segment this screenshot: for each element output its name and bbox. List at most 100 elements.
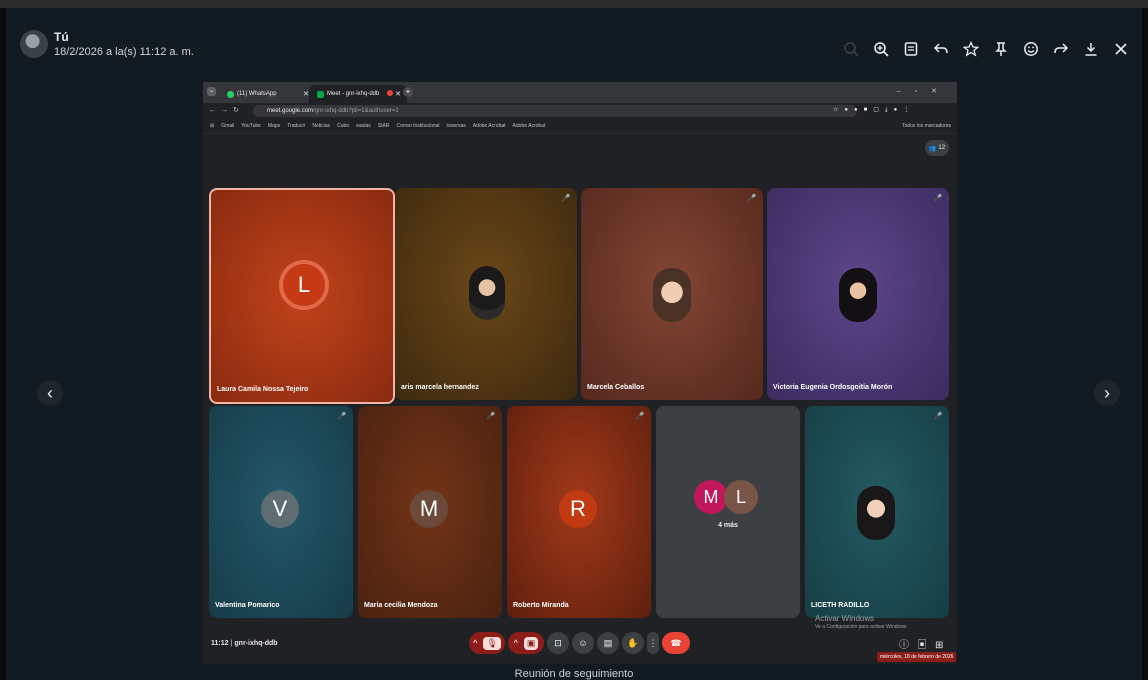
browser-addressbar: ←→↻ meet.google.com /gnr-ixhq-ddb?pli=1&…	[203, 103, 957, 119]
top-taskbar-strip	[0, 0, 1148, 8]
bookmark-cubo[interactable]: Cubo	[337, 123, 349, 129]
participant-avatar: V	[261, 490, 299, 528]
bookmark-siar[interactable]: SIAR	[378, 123, 390, 129]
participant-count: 12	[938, 145, 946, 151]
bookmark-adobe-2[interactable]: Adobe Acrobat	[513, 123, 546, 129]
screenshot-image: ⌄ (11) WhatsApp ✕ Meet - gnr-ixhq-ddb ✕ …	[203, 82, 957, 664]
participant-tile[interactable]: L Laura Camila Nossa Tejeiro	[209, 188, 395, 404]
mic-off-icon: 🎙	[483, 636, 501, 650]
bookmark-reservas[interactable]: reservas	[447, 123, 466, 129]
participant-avatar: L	[724, 480, 758, 514]
nav-buttons[interactable]: ←→↻	[209, 106, 244, 114]
camera-off-icon: ▣	[523, 636, 539, 650]
bookmark-adobe[interactable]: Adobe Acrobat	[473, 123, 506, 129]
reactions-button[interactable]: ☺	[572, 632, 594, 654]
chevron-up-icon: ^	[473, 638, 478, 648]
previous-media-button[interactable]: ‹	[37, 380, 63, 406]
apps-icon[interactable]: ⊞	[210, 123, 214, 129]
more-participants-tile[interactable]: M L 4 más	[656, 406, 800, 618]
participant-avatar: M	[410, 490, 448, 528]
meet-call: 👥 12 L Laura Camila Nossa Tejeiro 🎤 aris …	[203, 134, 957, 664]
participant-name: Roberto Miranda	[513, 602, 569, 609]
zoom-in-icon[interactable]	[866, 38, 896, 60]
tab-whatsapp[interactable]: (11) WhatsApp ✕	[219, 85, 315, 103]
window-controls[interactable]: –▫✕	[897, 87, 951, 95]
present-icon: ⊡	[554, 637, 562, 648]
bookmark-gmail[interactable]: Gmail	[221, 123, 234, 129]
participant-photo	[653, 268, 691, 322]
leave-call-button[interactable]: ☎	[662, 632, 690, 654]
participant-tile[interactable]: 🎤 Marcela Ceballos	[581, 188, 763, 400]
participant-name: Laura Camila Nossa Tejeiro	[217, 386, 309, 393]
bookmark-eaulas[interactable]: eaulas	[356, 123, 371, 129]
participant-tile[interactable]: 🎤 M Maria cecilia Mendoza	[358, 406, 502, 618]
tab-search-icon[interactable]: ⌄	[207, 87, 216, 96]
more-icon: ⋮	[648, 637, 658, 648]
participant-avatar: L	[279, 260, 329, 310]
tab-label: Meet - gnr-ixhq-ddb	[327, 91, 380, 97]
bookmark-correo[interactable]: Correo Institucional	[396, 123, 439, 129]
star-icon[interactable]	[956, 38, 986, 60]
camera-toggle-button[interactable]: ^ ▣	[508, 632, 544, 654]
tab-label: (11) WhatsApp	[237, 91, 277, 97]
windows-watermark-title: Activar Windows	[815, 614, 875, 623]
reply-icon[interactable]	[926, 38, 956, 60]
captions-button[interactable]: ▤	[597, 632, 619, 654]
zoom-out-icon[interactable]	[836, 38, 866, 60]
participant-tile[interactable]: 🎤 Victoria Eugenia Ordosgoitia Morón	[767, 188, 949, 400]
raise-hand-button[interactable]: ✋	[622, 632, 644, 654]
more-options-button[interactable]: ⋮	[647, 632, 659, 654]
people-icon: 👥	[928, 145, 937, 152]
forward-icon[interactable]	[1046, 38, 1076, 60]
participants-button[interactable]: 👥 12	[925, 140, 949, 156]
download-icon[interactable]	[1076, 38, 1106, 60]
mic-muted-icon: 🎤	[747, 195, 757, 202]
media-caption: Reunión de seguimiento	[514, 668, 634, 680]
all-bookmarks[interactable]: Todos los marcadores	[902, 123, 951, 129]
meet-side-icons[interactable]: ⓘ▣⊞	[899, 636, 951, 651]
participant-photo	[839, 268, 877, 322]
mic-muted-icon: 🎤	[486, 413, 496, 420]
participant-tile[interactable]: 🎤 V Valentina Pomarico	[209, 406, 353, 618]
bookmark-traducir[interactable]: Traducir	[287, 123, 305, 129]
meeting-code: gnr-ixhq-ddb	[234, 640, 278, 647]
bookmark-maps[interactable]: Maps	[268, 123, 280, 129]
participant-tile[interactable]: 🎤 LICETH RADILLO	[805, 406, 949, 618]
tab-meet[interactable]: Meet - gnr-ixhq-ddb ✕	[309, 85, 407, 103]
close-icon[interactable]	[1106, 38, 1136, 60]
mic-icon: 🎤	[933, 413, 943, 420]
participant-name: LICETH RADILLO	[811, 602, 870, 609]
extension-icons[interactable]: ☆●●■▢⤓●⋮	[833, 106, 915, 114]
mic-muted-icon: 🎤	[635, 413, 645, 420]
meeting-info: 11:12 | gnr-ixhq-ddb	[211, 640, 278, 647]
emoji-icon[interactable]	[1016, 38, 1046, 60]
next-media-button[interactable]: ›	[1094, 380, 1120, 406]
mic-toggle-button[interactable]: ^ 🎙	[469, 632, 505, 654]
bookmark-noticias[interactable]: Noticias	[312, 123, 330, 129]
sender-name: Tú	[54, 30, 69, 44]
chevron-left-icon: ‹	[47, 382, 53, 403]
mic-muted-icon: 🎤	[561, 195, 571, 202]
new-tab-button[interactable]: +	[403, 87, 413, 97]
more-count: 4 más	[718, 522, 738, 529]
participant-tile[interactable]: 🎤 aris marcela hernandez	[395, 188, 577, 400]
url-bar[interactable]: meet.google.com /gnr-ixhq-ddb?pli=1&auth…	[253, 105, 857, 117]
close-tab-icon[interactable]: ✕	[395, 90, 401, 98]
bookmarks-bar: ⊞ Gmail YouTube Maps Traducir Noticias C…	[203, 119, 957, 134]
present-button[interactable]: ⊡	[547, 632, 569, 654]
chevron-right-icon: ›	[1104, 382, 1110, 403]
browser-tabbar: ⌄ (11) WhatsApp ✕ Meet - gnr-ixhq-ddb ✕ …	[203, 82, 957, 103]
participant-name: Maria cecilia Mendoza	[364, 602, 438, 609]
meet-controls-bar: 11:12 | gnr-ixhq-ddb ^ 🎙 ^ ▣ ⊡ ☺ ▤ ✋ ⋮ ☎ A…	[203, 614, 957, 664]
captions-icon: ▤	[603, 637, 613, 648]
whatsapp-icon	[227, 90, 234, 98]
phone-hangup-icon: ☎	[670, 637, 682, 648]
speaking-icon: 🎤	[933, 195, 943, 202]
hand-icon: ✋	[627, 637, 639, 648]
pin-icon[interactable]	[986, 38, 1016, 60]
document-icon[interactable]	[896, 38, 926, 60]
participant-tile[interactable]: 🎤 R Roberto Miranda	[507, 406, 651, 618]
bookmark-youtube[interactable]: YouTube	[241, 123, 261, 129]
url-path: /gnr-ixhq-ddb?pli=1&authuser=1	[313, 108, 399, 114]
viewer-toolbar	[836, 38, 1136, 60]
